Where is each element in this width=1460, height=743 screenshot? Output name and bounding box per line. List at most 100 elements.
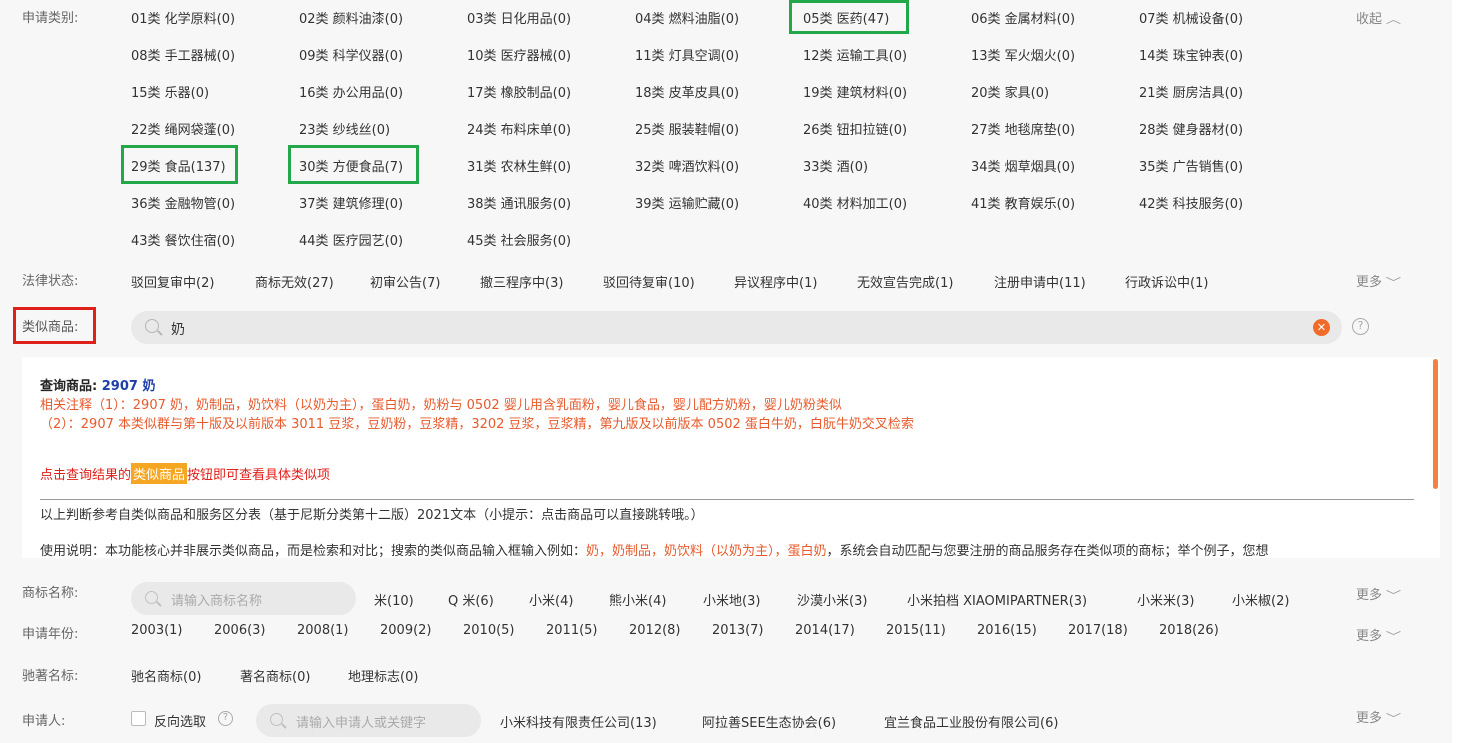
category-option[interactable]: 07类 机械设备(0) [1139, 8, 1243, 27]
famous-option[interactable]: 地理标志(0) [348, 666, 418, 685]
category-option[interactable]: 38类 通讯服务(0) [467, 193, 571, 212]
category-option[interactable]: 06类 金属材料(0) [971, 8, 1075, 27]
category-option[interactable]: 19类 建筑材料(0) [803, 82, 907, 101]
apply-year-option[interactable]: 2008(1) [297, 623, 349, 638]
apply-year-option[interactable]: 2010(5) [463, 623, 515, 638]
apply-year-option[interactable]: 2015(11) [886, 623, 946, 638]
legal-status-option[interactable]: 异议程序中(1) [734, 272, 817, 291]
category-option[interactable]: 24类 布料床单(0) [467, 119, 571, 138]
usage-example: 奶，奶制品，奶饮料（以奶为主），蛋白奶 [586, 544, 827, 558]
reverse-select-checkbox[interactable] [131, 711, 146, 726]
search-icon [270, 713, 283, 726]
apply-year-option[interactable]: 2006(3) [214, 623, 266, 638]
panel-scrollbar[interactable] [1433, 359, 1438, 489]
source-note: 以上判断参考自类似商品和服务区分表（基于尼斯分类第十二版）2021文本（小提示：… [40, 508, 704, 523]
category-option[interactable]: 41类 教育娱乐(0) [971, 193, 1075, 212]
category-option[interactable]: 13类 军火烟火(0) [971, 45, 1075, 64]
legal-status-option[interactable]: 行政诉讼中(1) [1125, 272, 1208, 291]
category-option[interactable]: 04类 燃料油脂(0) [635, 8, 739, 27]
collapse-button[interactable]: 收起 ︿ [1356, 8, 1401, 27]
category-option[interactable]: 17类 橡胶制品(0) [467, 82, 571, 101]
legal-status-option[interactable]: 初审公告(7) [370, 272, 440, 291]
trademark-name-option[interactable]: 小米(4) [529, 590, 573, 609]
category-option[interactable]: 18类 皮革皮具(0) [635, 82, 739, 101]
apply-year-option[interactable]: 2014(17) [795, 623, 855, 638]
trademark-name-option[interactable]: 小米地(3) [703, 590, 760, 609]
category-option[interactable]: 08类 手工器械(0) [131, 45, 235, 64]
category-option[interactable]: 28类 健身器材(0) [1139, 119, 1243, 138]
apply-year-option[interactable]: 2012(8) [629, 623, 681, 638]
category-option[interactable]: 14类 珠宝钟表(0) [1139, 45, 1243, 64]
legal-status-option[interactable]: 撤三程序中(3) [480, 272, 563, 291]
category-option[interactable]: 09类 科学仪器(0) [299, 45, 403, 64]
apply-year-option[interactable]: 2016(15) [977, 623, 1037, 638]
help-icon[interactable]: ? [218, 711, 233, 726]
category-option[interactable]: 42类 科技服务(0) [1139, 193, 1243, 212]
trademark-name-option[interactable]: 米(10) [374, 590, 414, 609]
clear-icon[interactable]: ✕ [1313, 319, 1330, 336]
apply-year-option[interactable]: 2018(26) [1159, 623, 1219, 638]
trademark-name-option[interactable]: 小米拍档 XIAOMIPARTNER(3) [907, 590, 1087, 609]
applicant-option[interactable]: 阿拉善SEE生态协会(6) [702, 712, 836, 731]
famous-label: 驰著名标: [22, 669, 79, 684]
category-option[interactable]: 23类 纱线丝(0) [299, 119, 390, 138]
category-option[interactable]: 22类 绳网袋蓬(0) [131, 119, 235, 138]
search-icon [145, 591, 158, 604]
category-option[interactable]: 40类 材料加工(0) [803, 193, 907, 212]
applicant-option[interactable]: 宜兰食品工业股份有限公司(6) [884, 712, 1058, 731]
applicant-more-button[interactable]: 更多 ﹀ [1356, 707, 1401, 726]
category-option[interactable]: 44类 医疗园艺(0) [299, 230, 403, 249]
trademark-name-option[interactable]: Q 米(6) [448, 590, 494, 609]
apply-year-option[interactable]: 2017(18) [1068, 623, 1128, 638]
legal-status-more-button[interactable]: 更多 ﹀ [1356, 271, 1401, 290]
similar-goods-search-input[interactable]: 奶 [131, 311, 1342, 344]
legal-status-option[interactable]: 商标无效(27) [255, 272, 334, 291]
category-option[interactable]: 39类 运输贮藏(0) [635, 193, 739, 212]
trademark-name-option[interactable]: 小米椒(2) [1232, 590, 1289, 609]
category-option[interactable]: 01类 化学原料(0) [131, 8, 235, 27]
legal-status-option[interactable]: 无效宣告完成(1) [857, 272, 953, 291]
category-option[interactable]: 35类 广告销售(0) [1139, 156, 1243, 175]
applicant-option[interactable]: 小米科技有限责任公司(13) [500, 712, 657, 731]
category-option[interactable]: 27类 地毯席垫(0) [971, 119, 1075, 138]
category-option[interactable]: 34类 烟草烟具(0) [971, 156, 1075, 175]
category-option[interactable]: 10类 医疗器械(0) [467, 45, 571, 64]
category-option[interactable]: 32类 啤酒饮料(0) [635, 156, 739, 175]
category-option[interactable]: 37类 建筑修理(0) [299, 193, 403, 212]
apply-year-option[interactable]: 2003(1) [131, 623, 183, 638]
apply-year-option[interactable]: 2013(7) [712, 623, 764, 638]
category-option[interactable]: 25类 服装鞋帽(0) [635, 119, 739, 138]
category-option[interactable]: 31类 农林生鲜(0) [467, 156, 571, 175]
legal-status-option[interactable]: 驳回复审中(2) [131, 272, 214, 291]
category-option[interactable]: 12类 运输工具(0) [803, 45, 907, 64]
trademark-name-option[interactable]: 熊小米(4) [609, 590, 666, 609]
category-option[interactable]: 02类 颜料油漆(0) [299, 8, 403, 27]
legal-status-option[interactable]: 驳回待复审(10) [603, 272, 695, 291]
category-option[interactable]: 11类 灯具空调(0) [635, 45, 739, 64]
famous-option[interactable]: 驰名商标(0) [131, 666, 201, 685]
reverse-select-label[interactable]: 反向选取 [154, 711, 206, 730]
apply-year-option[interactable]: 2009(2) [380, 623, 432, 638]
category-option[interactable]: 16类 办公用品(0) [299, 82, 403, 101]
trademark-name-option[interactable]: 沙漠小米(3) [797, 590, 867, 609]
similar-goods-tag-button[interactable]: 类似商品 [131, 463, 188, 484]
category-option[interactable]: 33类 酒(0) [803, 156, 868, 175]
category-option[interactable]: 26类 钮扣拉链(0) [803, 119, 907, 138]
category-option[interactable]: 45类 社会服务(0) [467, 230, 571, 249]
apply-year-option[interactable]: 2011(5) [546, 623, 598, 638]
trademark-name-more-button[interactable]: 更多 ﹀ [1356, 584, 1401, 603]
category-option[interactable]: 21类 厨房洁具(0) [1139, 82, 1243, 101]
category-option[interactable]: 03类 日化用品(0) [467, 8, 571, 27]
category-option[interactable]: 20类 家具(0) [971, 82, 1049, 101]
applicant-input[interactable]: 请输入申请人或关键字 [256, 704, 481, 737]
famous-option[interactable]: 著名商标(0) [240, 666, 310, 685]
category-option[interactable]: 15类 乐器(0) [131, 82, 209, 101]
apply-year-more-button[interactable]: 更多 ﹀ [1356, 625, 1401, 644]
query-value[interactable]: 2907 奶 [102, 379, 156, 394]
legal-status-option[interactable]: 注册申请中(11) [994, 272, 1086, 291]
trademark-name-input[interactable]: 请输入商标名称 [131, 582, 356, 615]
category-option[interactable]: 36类 金融物管(0) [131, 193, 235, 212]
category-option[interactable]: 43类 餐饮住宿(0) [131, 230, 235, 249]
help-icon[interactable]: ? [1352, 318, 1369, 335]
trademark-name-option[interactable]: 小米米(3) [1137, 590, 1194, 609]
